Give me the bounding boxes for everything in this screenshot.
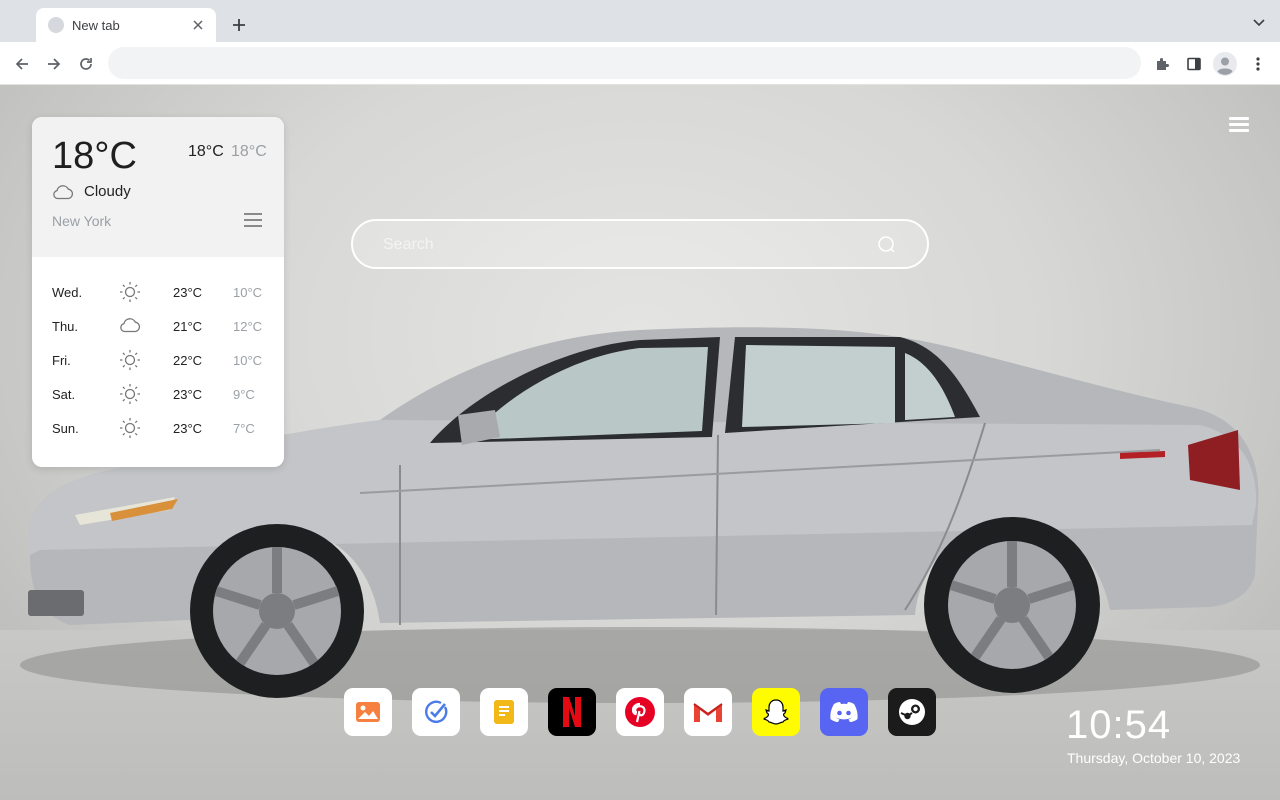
weather-menu-icon[interactable] xyxy=(244,213,262,229)
forecast-list: Wed. 23°C 10°C Thu. 21°C 12°C Fri. 22°C … xyxy=(32,257,284,445)
close-icon[interactable] xyxy=(190,17,206,33)
search-input[interactable] xyxy=(383,233,863,257)
gallery-icon[interactable] xyxy=(344,688,392,736)
weather-condition: Cloudy xyxy=(52,183,131,200)
search-icon[interactable] xyxy=(877,235,897,255)
clock-time: 10:54 xyxy=(1066,703,1172,747)
clock-date: Thursday, October 10, 2023 xyxy=(1067,750,1241,766)
new-tab-button[interactable] xyxy=(228,14,250,36)
cloud-icon xyxy=(53,184,74,199)
forecast-high: 23°C xyxy=(173,420,203,436)
notes-icon[interactable] xyxy=(480,688,528,736)
profile-avatar[interactable] xyxy=(1213,52,1237,76)
extensions-icon[interactable] xyxy=(1150,52,1174,76)
forecast-day: Fri. xyxy=(52,352,71,368)
forecast-low: 10°C xyxy=(233,284,263,300)
sun-icon xyxy=(120,384,140,404)
forecast-high: 23°C xyxy=(173,386,203,402)
snapchat-icon[interactable] xyxy=(752,688,800,736)
menu-icon[interactable] xyxy=(1229,117,1249,133)
tab-new-tab[interactable]: New tab xyxy=(36,8,216,42)
weather-widget[interactable]: 18°C 18°C 18°C Cloudy New York Wed. 23°C… xyxy=(32,117,284,467)
forecast-high: 21°C xyxy=(173,318,203,334)
forecast-row: Sat. 23°C 9°C xyxy=(32,377,284,411)
forecast-day: Thu. xyxy=(52,318,79,334)
forecast-day: Sat. xyxy=(52,386,76,402)
forecast-high: 22°C xyxy=(173,352,203,368)
chevron-down-icon[interactable] xyxy=(1250,14,1268,32)
forecast-low: 7°C xyxy=(233,420,255,436)
tab-title: New tab xyxy=(72,17,120,33)
forecast-low: 10°C xyxy=(233,352,263,368)
reload-button[interactable] xyxy=(73,51,99,77)
address-bar[interactable] xyxy=(108,47,1141,79)
browser-toolbar xyxy=(0,42,1280,85)
gmail-icon[interactable] xyxy=(684,688,732,736)
condition-text: Cloudy xyxy=(84,183,131,200)
sun-icon xyxy=(120,350,140,370)
current-temperature: 18°C xyxy=(52,135,137,177)
forecast-high: 23°C xyxy=(173,284,203,300)
discord-icon[interactable] xyxy=(820,688,868,736)
pinterest-icon[interactable] xyxy=(616,688,664,736)
steam-icon[interactable] xyxy=(888,688,936,736)
forward-button[interactable] xyxy=(41,51,67,77)
new-tab-page: 18°C 18°C 18°C Cloudy New York Wed. 23°C… xyxy=(0,85,1280,800)
forecast-day: Wed. xyxy=(52,284,83,300)
sun-icon xyxy=(120,282,140,302)
forecast-day: Sun. xyxy=(52,420,79,436)
sun-icon xyxy=(120,418,140,438)
search-box[interactable] xyxy=(351,219,929,269)
weather-current: 18°C 18°C 18°C Cloudy New York xyxy=(32,117,284,257)
today-low: 18°C xyxy=(231,143,267,160)
tab-strip: New tab xyxy=(0,0,1280,42)
more-vert-icon[interactable] xyxy=(1246,52,1270,76)
forecast-low: 12°C xyxy=(233,318,263,334)
forecast-row: Thu. 21°C 12°C xyxy=(32,309,284,343)
forecast-row: Fri. 22°C 10°C xyxy=(32,343,284,377)
back-button[interactable] xyxy=(9,51,35,77)
forecast-low: 9°C xyxy=(233,386,255,402)
forecast-row: Sun. 23°C 7°C xyxy=(32,411,284,445)
city-name: New York xyxy=(52,213,112,229)
globe-icon xyxy=(48,17,64,33)
forecast-row: Wed. 23°C 10°C xyxy=(32,275,284,309)
check-circle-icon[interactable] xyxy=(412,688,460,736)
cloud-icon xyxy=(120,318,141,333)
side-panel-icon[interactable] xyxy=(1182,52,1206,76)
app-dock xyxy=(344,688,956,736)
today-high: 18°C xyxy=(188,143,224,160)
netflix-icon[interactable] xyxy=(548,688,596,736)
